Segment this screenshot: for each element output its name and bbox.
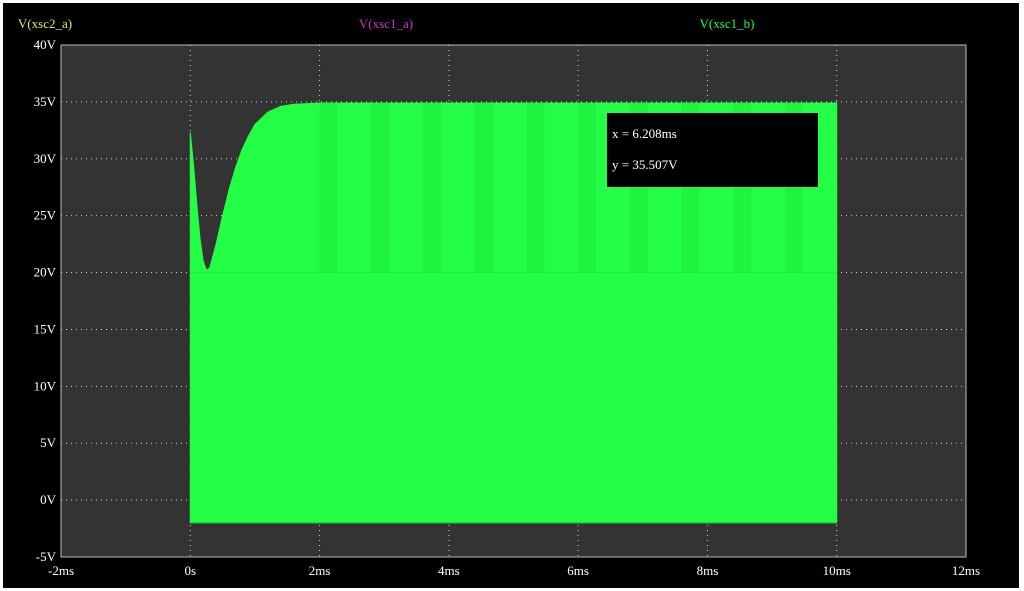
series-band-2-4 bbox=[526, 103, 545, 273]
series-band-2-5 bbox=[578, 103, 597, 273]
y-tick-label-0: -5V bbox=[36, 549, 57, 564]
y-tick-label-7: 30V bbox=[34, 151, 57, 166]
y-tick-label-9: 40V bbox=[34, 37, 57, 52]
cursor-x-readout: x = 6.208ms bbox=[612, 126, 677, 141]
y-tick-label-8: 35V bbox=[34, 94, 57, 109]
y-tick-label-6: 25V bbox=[34, 208, 57, 223]
y-tick-label-3: 10V bbox=[34, 378, 57, 393]
y-tick-label-2: 5V bbox=[40, 435, 57, 450]
x-tick-label-6: 10ms bbox=[823, 563, 851, 578]
cursor-readout-box bbox=[607, 113, 818, 187]
oscilloscope-display: -2ms 0s 2ms 4ms 6ms 8ms 10ms 12ms -5V 0V 5V 10V 15V 2… bbox=[0, 0, 1024, 591]
x-tick-label-4: 6ms bbox=[567, 563, 589, 578]
y-tick-label-4: 15V bbox=[34, 321, 57, 336]
y-tick-label-1: 0V bbox=[40, 492, 57, 507]
series-band-2-0 bbox=[319, 103, 338, 273]
x-tick-label-1: 0s bbox=[185, 563, 197, 578]
y-tick-label-5: 20V bbox=[34, 265, 57, 280]
cursor-readout[interactable]: x = 6.208ms y = 35.507V bbox=[607, 113, 818, 187]
x-tick-label-2: 2ms bbox=[309, 563, 331, 578]
x-tick-label-5: 8ms bbox=[697, 563, 719, 578]
cursor-y-readout: y = 35.507V bbox=[612, 157, 678, 172]
x-tick-label-0: -2ms bbox=[48, 563, 74, 578]
x-tick-label-3: 4ms bbox=[438, 563, 460, 578]
series-band-2-2 bbox=[423, 103, 441, 273]
legend-item-1[interactable]: V(xsc1_a) bbox=[359, 16, 413, 31]
legend-item-0[interactable]: V(xsc2_a) bbox=[18, 16, 72, 31]
series-band-2-1 bbox=[371, 103, 390, 273]
x-tick-label-7: 12ms bbox=[952, 563, 980, 578]
series-band-2-3 bbox=[474, 103, 493, 273]
legend-item-2[interactable]: V(xsc1_b) bbox=[700, 16, 755, 31]
